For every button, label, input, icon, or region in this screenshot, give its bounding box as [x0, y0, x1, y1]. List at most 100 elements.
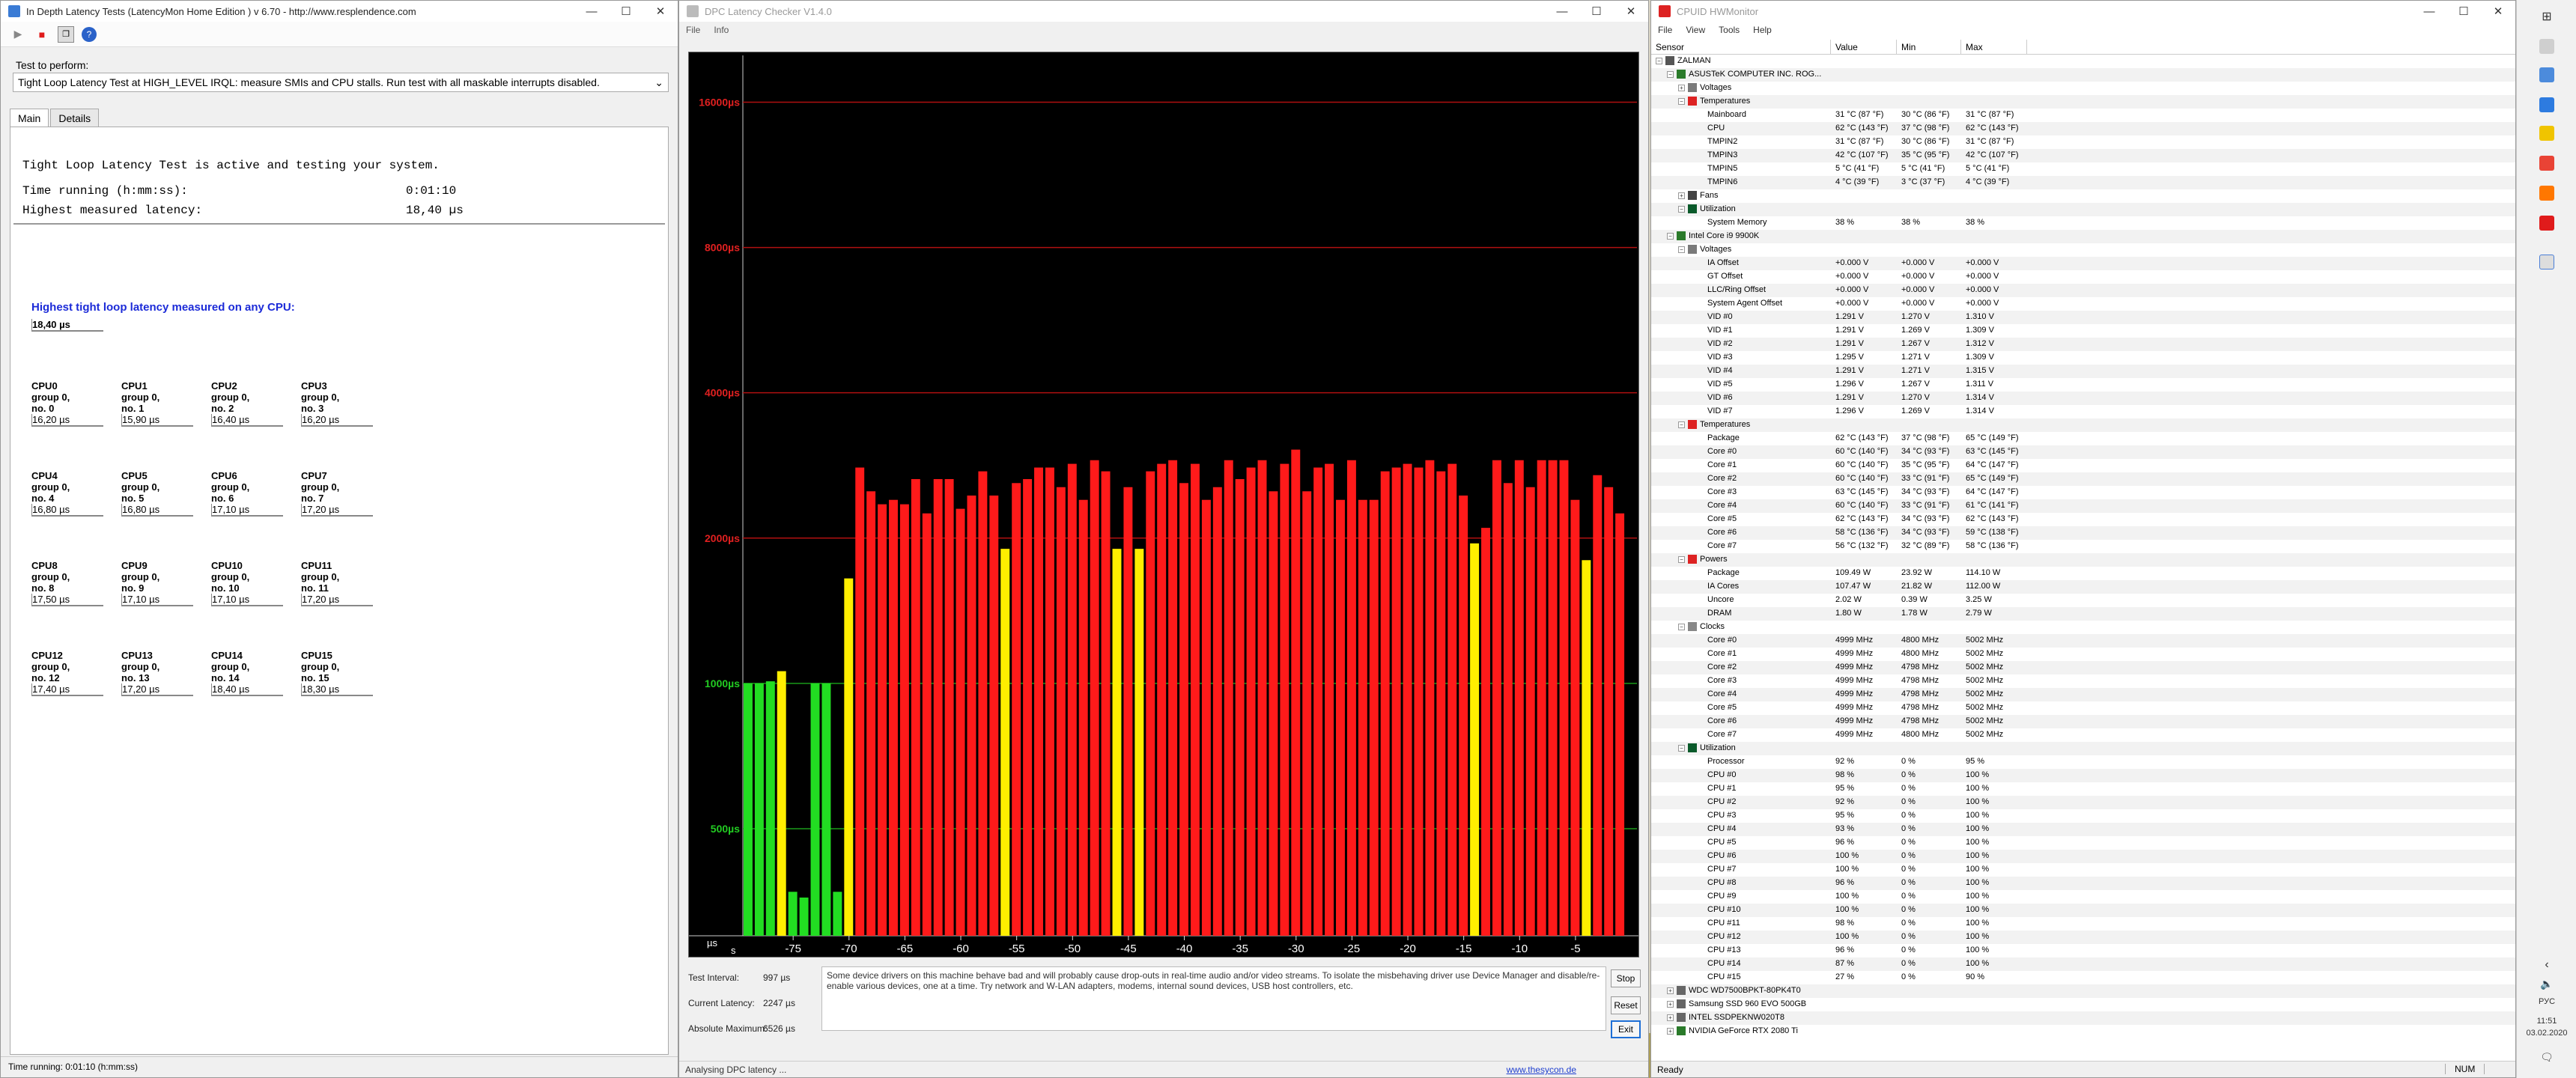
file-explorer-icon[interactable]: [2539, 126, 2554, 141]
stop-icon[interactable]: ■: [34, 26, 50, 43]
tree-group-util[interactable]: − Utilization: [1651, 742, 2515, 755]
tree-group-disk[interactable]: + INTEL SSDPEKNW020T8: [1651, 1011, 2515, 1025]
sensor-row[interactable]: CPU #1 95 % 0 % 100 %: [1651, 782, 2515, 796]
menu-info[interactable]: Info: [707, 25, 735, 35]
sensor-row[interactable]: System Agent Offset +0.000 V +0.000 V +0.00…: [1651, 297, 2515, 311]
app-icon-red[interactable]: [2539, 216, 2554, 231]
close-icon[interactable]: ✕: [2481, 1, 2515, 22]
sensor-row[interactable]: Core #6 4999 MHz 4798 MHz 5002 MHz: [1651, 715, 2515, 728]
tree-group-chip[interactable]: − Intel Core i9 9900K: [1651, 230, 2515, 243]
sensor-row[interactable]: CPU #0 98 % 0 % 100 %: [1651, 769, 2515, 782]
col-value[interactable]: Value: [1831, 40, 1897, 54]
thesycon-link[interactable]: www.thesycon.de: [1507, 1065, 1576, 1075]
minimize-icon[interactable]: —: [574, 1, 609, 22]
sensor-row[interactable]: Core #2 4999 MHz 4798 MHz 5002 MHz: [1651, 661, 2515, 674]
hwmonitor-titlebar[interactable]: CPUID HWMonitor — ☐ ✕: [1651, 1, 2515, 22]
sensor-row[interactable]: CPU #9 100 % 0 % 100 %: [1651, 890, 2515, 904]
sensor-row[interactable]: VID #7 1.296 V 1.269 V 1.314 V: [1651, 405, 2515, 418]
sensor-row[interactable]: DRAM 1.80 W 1.78 W 2.79 W: [1651, 607, 2515, 621]
sensor-row[interactable]: CPU #15 27 % 0 % 90 %: [1651, 971, 2515, 984]
tree-group-volt[interactable]: + Voltages: [1651, 82, 2515, 95]
tree-group-fan[interactable]: + Fans: [1651, 189, 2515, 203]
sensor-row[interactable]: VID #5 1.296 V 1.267 V 1.311 V: [1651, 378, 2515, 392]
expand-icon[interactable]: +: [1667, 987, 1674, 994]
maximize-icon[interactable]: ☐: [1579, 1, 1614, 22]
sensor-row[interactable]: CPU #7 100 % 0 % 100 %: [1651, 863, 2515, 877]
sensor-row[interactable]: Core #1 60 °C (140 °F) 35 °C (95 °F) 64 °C …: [1651, 459, 2515, 472]
sensor-row[interactable]: IA Cores 107.47 W 21.82 W 112.00 W: [1651, 580, 2515, 594]
expand-icon[interactable]: +: [1667, 1001, 1674, 1008]
sensor-row[interactable]: VID #0 1.291 V 1.270 V 1.310 V: [1651, 311, 2515, 324]
close-icon[interactable]: ✕: [643, 1, 678, 22]
tree-group-temp[interactable]: − Temperatures: [1651, 418, 2515, 432]
menu-file[interactable]: File: [679, 25, 707, 35]
sensor-row[interactable]: Core #4 60 °C (140 °F) 33 °C (91 °F) 61 °C …: [1651, 499, 2515, 513]
col-sensor[interactable]: Sensor: [1651, 40, 1831, 54]
maximize-icon[interactable]: ☐: [2446, 1, 2481, 22]
app-icon-orange[interactable]: [2539, 186, 2554, 201]
sensor-row[interactable]: Core #3 4999 MHz 4798 MHz 5002 MHz: [1651, 674, 2515, 688]
expand-icon[interactable]: +: [1678, 192, 1685, 199]
chrome-icon[interactable]: [2539, 156, 2554, 171]
play-icon[interactable]: ▶: [10, 26, 26, 43]
volume-icon[interactable]: 🔈: [2517, 978, 2576, 990]
sensor-row[interactable]: Uncore 2.02 W 0.39 W 3.25 W: [1651, 594, 2515, 607]
sensor-row[interactable]: Processor 92 % 0 % 95 %: [1651, 755, 2515, 769]
sensor-row[interactable]: CPU #14 87 % 0 % 100 %: [1651, 957, 2515, 971]
sensor-row[interactable]: CPU #10 100 % 0 % 100 %: [1651, 904, 2515, 917]
collapse-icon[interactable]: −: [1678, 556, 1685, 563]
clock-time[interactable]: 11:51: [2517, 1017, 2576, 1026]
expand-icon[interactable]: +: [1667, 1028, 1674, 1035]
sensor-row[interactable]: CPU #2 92 % 0 % 100 %: [1651, 796, 2515, 809]
sensor-row[interactable]: Core #3 63 °C (145 °F) 34 °C (93 °F) 64 °C …: [1651, 486, 2515, 499]
tree-group-volt[interactable]: − Voltages: [1651, 243, 2515, 257]
dpc-titlebar[interactable]: DPC Latency Checker V1.4.0 — ☐ ✕: [679, 1, 1648, 22]
sensor-row[interactable]: Core #7 56 °C (132 °F) 32 °C (89 °F) 58 °C …: [1651, 540, 2515, 553]
col-min[interactable]: Min: [1897, 40, 1961, 54]
task-view-icon[interactable]: [2539, 67, 2554, 82]
sensor-row[interactable]: Core #5 62 °C (143 °F) 34 °C (93 °F) 62 °C …: [1651, 513, 2515, 526]
menu-view[interactable]: View: [1679, 25, 1712, 35]
sensor-row[interactable]: Package 109.49 W 23.92 W 114.10 W: [1651, 567, 2515, 580]
tree-group-util[interactable]: − Utilization: [1651, 203, 2515, 216]
tree-group-pc[interactable]: − ZALMAN: [1651, 55, 2515, 68]
notification-icon[interactable]: 🗨: [2517, 1051, 2576, 1064]
sensor-row[interactable]: CPU #12 100 % 0 % 100 %: [1651, 931, 2515, 944]
tree-group-disk[interactable]: + Samsung SSD 960 EVO 500GB: [1651, 998, 2515, 1011]
collapse-icon[interactable]: −: [1678, 98, 1685, 105]
sensor-row[interactable]: TMPIN3 42 °C (107 °F) 35 °C (95 °F) 42 °C (…: [1651, 149, 2515, 162]
sensor-row[interactable]: Core #2 60 °C (140 °F) 33 °C (91 °F) 65 °C …: [1651, 472, 2515, 486]
clock-date[interactable]: 03.02.2020: [2517, 1029, 2576, 1038]
sensor-row[interactable]: CPU #4 93 % 0 % 100 %: [1651, 823, 2515, 836]
menu-tools[interactable]: Tools: [1712, 25, 1746, 35]
chevron-up-icon[interactable]: ‹: [2517, 958, 2576, 972]
copy-window-icon[interactable]: ❐: [58, 25, 74, 43]
sensor-row[interactable]: CPU #3 95 % 0 % 100 %: [1651, 809, 2515, 823]
sensor-row[interactable]: CPU #11 98 % 0 % 100 %: [1651, 917, 2515, 931]
app-icon-active[interactable]: [2539, 255, 2554, 270]
sensor-row[interactable]: VID #3 1.295 V 1.271 V 1.309 V: [1651, 351, 2515, 365]
minimize-icon[interactable]: —: [2412, 1, 2446, 22]
sensor-row[interactable]: GT Offset +0.000 V +0.000 V +0.000 V: [1651, 270, 2515, 284]
sensor-row[interactable]: System Memory 38 % 38 % 38 %: [1651, 216, 2515, 230]
exit-button[interactable]: Exit: [1611, 1020, 1641, 1038]
collapse-icon[interactable]: −: [1667, 71, 1674, 78]
edge-browser-icon[interactable]: [2539, 97, 2554, 112]
menu-help[interactable]: Help: [1746, 25, 1778, 35]
expand-icon[interactable]: +: [1667, 1014, 1674, 1021]
tree-group-power[interactable]: − Powers: [1651, 553, 2515, 567]
windows-start-icon[interactable]: ⊞: [2539, 9, 2554, 24]
minimize-icon[interactable]: —: [1545, 1, 1579, 22]
col-max[interactable]: Max: [1961, 40, 2027, 54]
sensor-row[interactable]: LLC/Ring Offset +0.000 V +0.000 V +0.000 V: [1651, 284, 2515, 297]
search-icon[interactable]: [2539, 39, 2554, 54]
sensor-row[interactable]: Mainboard 31 °C (87 °F) 30 °C (86 °F) 31 °C…: [1651, 109, 2515, 122]
collapse-icon[interactable]: −: [1678, 206, 1685, 213]
tree-group-board[interactable]: − ASUSTeK COMPUTER INC. ROG...: [1651, 68, 2515, 82]
expand-icon[interactable]: +: [1678, 85, 1685, 91]
language-indicator[interactable]: РУС: [2517, 997, 2576, 1006]
sensor-row[interactable]: Core #7 4999 MHz 4800 MHz 5002 MHz: [1651, 728, 2515, 742]
close-icon[interactable]: ✕: [1614, 1, 1648, 22]
sensor-row[interactable]: TMPIN5 5 °C (41 °F) 5 °C (41 °F) 5 °C (41 °…: [1651, 162, 2515, 176]
tree-group-gpu[interactable]: + NVIDIA GeForce RTX 2080 Ti: [1651, 1025, 2515, 1038]
